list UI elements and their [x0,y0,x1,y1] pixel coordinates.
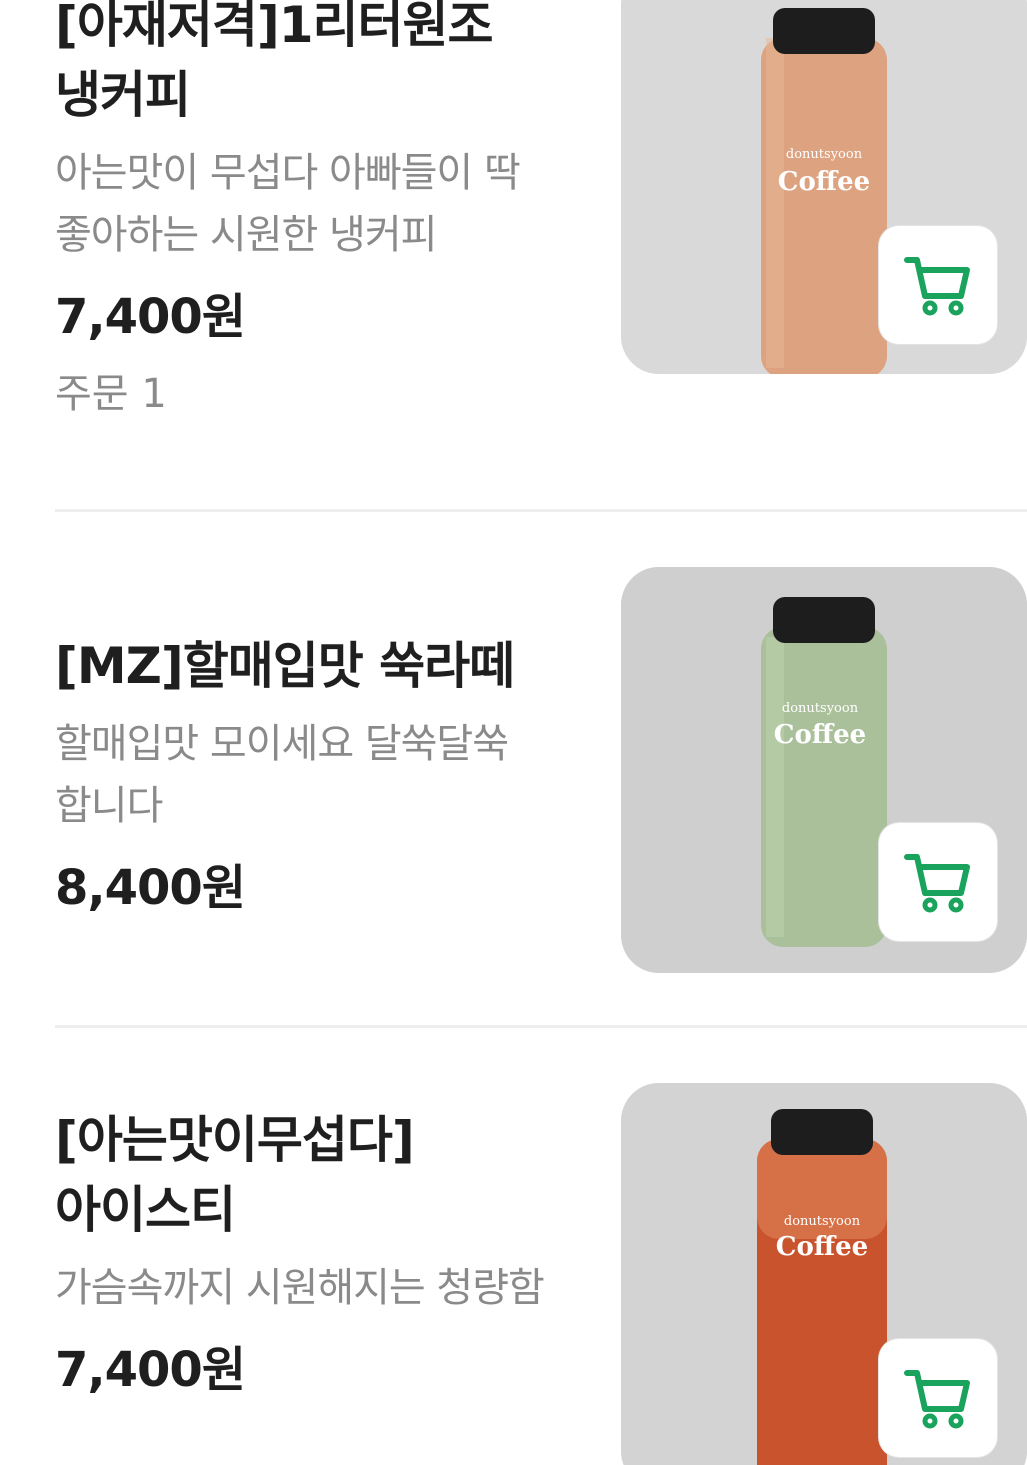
brand-small-text: donutsyoon [784,1214,861,1229]
product-name: [아는맛이무섭다]아이스티 [55,1111,415,1239]
cart-icon [904,1370,970,1429]
brand-small-text: donutsyoon [782,701,859,716]
item-text: [아재저격]1리터원조 냉커피 아는맛이 무섭다 아빠들이 딱좋아하는 시원한 … [55,0,555,424]
product-name: [MZ]할매입맛 쑥라떼 [55,637,515,695]
list-item[interactable]: [아는맛이무섭다]아이스티 가슴속까지 시원해지는 청량함 7,400원 don… [0,1083,1027,1465]
cart-icon [904,257,970,316]
product-description: 할매입맛 모이세요 달쑥달쑥 합니다 [55,721,509,829]
brand-large-text: Coffee [774,720,866,750]
product-price: 7,400원 [55,289,246,345]
divider [55,509,1027,512]
order-count: 주문 1 [55,371,167,417]
product-price: 8,400원 [55,860,246,916]
product-name: [아재저격]1리터원조 냉커피 [55,0,494,124]
product-description: 아는맛이 무섭다 아빠들이 딱좋아하는 시원한 냉커피 [55,150,521,258]
product-price: 7,400원 [55,1342,246,1398]
list-item[interactable]: [MZ]할매입맛 쑥라떼 할매입맛 모이세요 달쑥달쑥 합니다 8,400원 d… [0,567,1027,987]
cart-icon [904,854,970,913]
product-description: 가슴속까지 시원해지는 청량함 [55,1265,545,1311]
item-text: [MZ]할매입맛 쑥라떼 할매입맛 모이세요 달쑥달쑥 합니다 8,400원 [55,631,555,921]
brand-large-text: Coffee [776,1232,868,1262]
divider [55,1025,1027,1028]
add-to-cart-button[interactable] [879,823,997,941]
item-text: [아는맛이무섭다]아이스티 가슴속까지 시원해지는 청량함 7,400원 [55,1105,555,1403]
brand-small-text: donutsyoon [786,147,863,162]
add-to-cart-button[interactable] [879,1339,997,1457]
menu-list: [아재저격]1리터원조 냉커피 아는맛이 무섭다 아빠들이 딱좋아하는 시원한 … [0,0,1027,1465]
list-item[interactable]: [아재저격]1리터원조 냉커피 아는맛이 무섭다 아빠들이 딱좋아하는 시원한 … [0,0,1027,500]
brand-large-text: Coffee [778,167,870,197]
add-to-cart-button[interactable] [879,226,997,344]
